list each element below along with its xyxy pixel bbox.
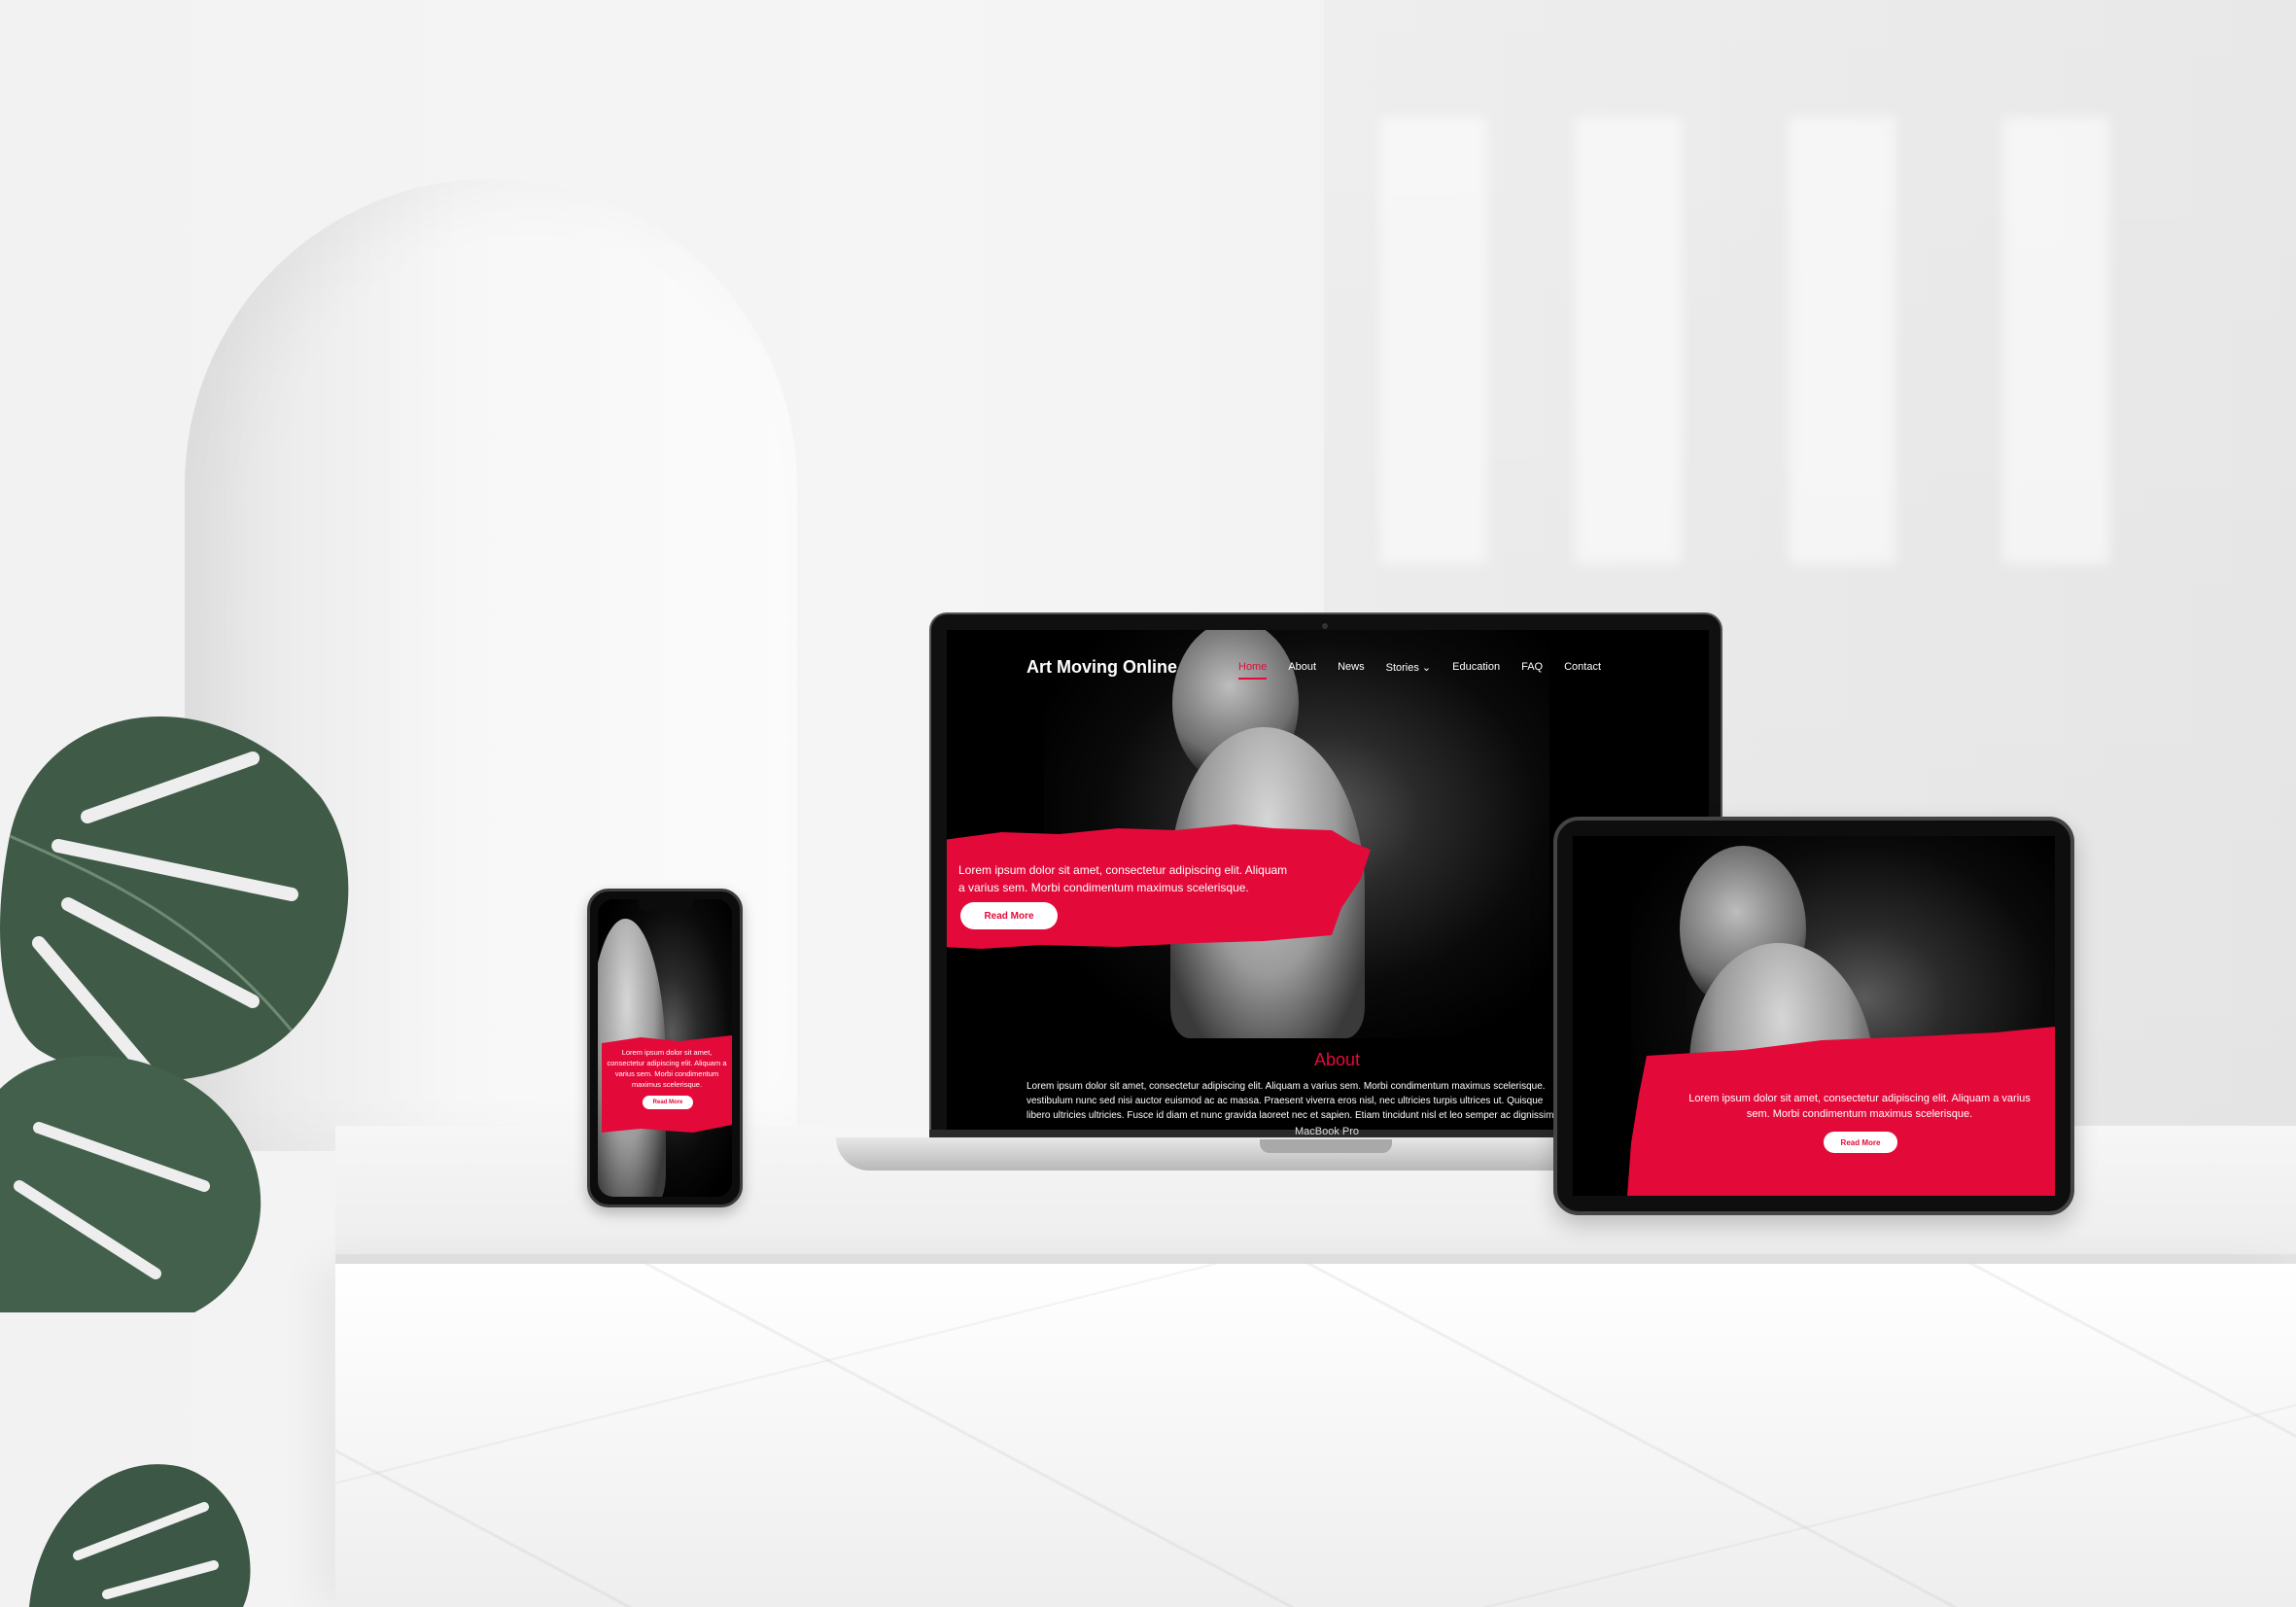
nav-news[interactable]: News [1338, 661, 1365, 680]
laptop-notch [1260, 1139, 1392, 1153]
chevron-down-icon: ⌄ [1421, 662, 1432, 674]
nav-stories[interactable]: Stories ⌄ [1386, 661, 1432, 680]
phone-hero-line: consectetur adipiscing elit. Aliquam a [607, 1059, 727, 1067]
laptop-model-label: MacBook Pro [1294, 1126, 1360, 1137]
phone-notch [639, 899, 693, 911]
tablet-hero-text: Lorem ipsum dolor sit amet, consectetur … [1670, 1091, 2049, 1122]
nav-contact[interactable]: Contact [1564, 661, 1601, 680]
nav-education[interactable]: Education [1452, 661, 1500, 680]
site-logo[interactable]: Art Moving Online [1026, 657, 1177, 678]
nav-about[interactable]: About [1288, 661, 1316, 680]
phone-hero-line: maximus scelerisque. [631, 1080, 703, 1089]
phone-device: Lorem ipsum dolor sit amet, consectetur … [587, 889, 743, 1207]
tablet-hero-line: Lorem ipsum dolor sit amet, consectetur … [1688, 1093, 2031, 1104]
nav-faq[interactable]: FAQ [1521, 661, 1543, 680]
mockup-scene: Art Moving Online Home About News Storie… [0, 0, 2296, 1607]
marble-ledge-front [335, 1264, 2296, 1607]
nav-home[interactable]: Home [1238, 661, 1268, 680]
tablet-screen: Lorem ipsum dolor sit amet, consectetur … [1573, 836, 2055, 1196]
phone-screen: Lorem ipsum dolor sit amet, consectetur … [598, 899, 732, 1197]
phone-hero-line: varius sem. Morbi condimentum [614, 1069, 719, 1078]
nav-stories-label: Stories [1385, 662, 1419, 674]
tablet-hero-line: sem. Morbi condimentum maximus scelerisq… [1746, 1108, 1973, 1120]
tablet-read-more-button[interactable]: Read More [1824, 1132, 1897, 1153]
monstera-leaf [0, 716, 349, 1312]
tablet-device: Lorem ipsum dolor sit amet, consectetur … [1553, 817, 2074, 1215]
hero-text: Lorem ipsum dolor sit amet, consectetur … [958, 861, 1367, 896]
read-more-button[interactable]: Read More [960, 902, 1058, 929]
monstera-leaf-bottom [29, 1464, 251, 1607]
site-navbar: Art Moving Online Home About News Storie… [947, 653, 1709, 682]
phone-read-more-button[interactable]: Read More [643, 1096, 693, 1109]
site-menu: Home About News Stories ⌄ Education FAQ … [1238, 661, 1601, 680]
window-light [1380, 117, 1487, 564]
laptop-camera [1322, 623, 1328, 629]
window-light [2002, 117, 2109, 564]
hero-text-line: a varius sem. Morbi condimentum maximus … [958, 881, 1249, 894]
hero-text-line: Lorem ipsum dolor sit amet, consectetur … [958, 863, 1288, 877]
about-heading: About [1314, 1050, 1361, 1069]
phone-hero-line: Lorem ipsum dolor sit amet, [621, 1048, 713, 1057]
phone-hero-text: Lorem ipsum dolor sit amet, consectetur … [602, 1047, 732, 1090]
window-light [1789, 117, 1896, 564]
window-light [1575, 117, 1682, 564]
